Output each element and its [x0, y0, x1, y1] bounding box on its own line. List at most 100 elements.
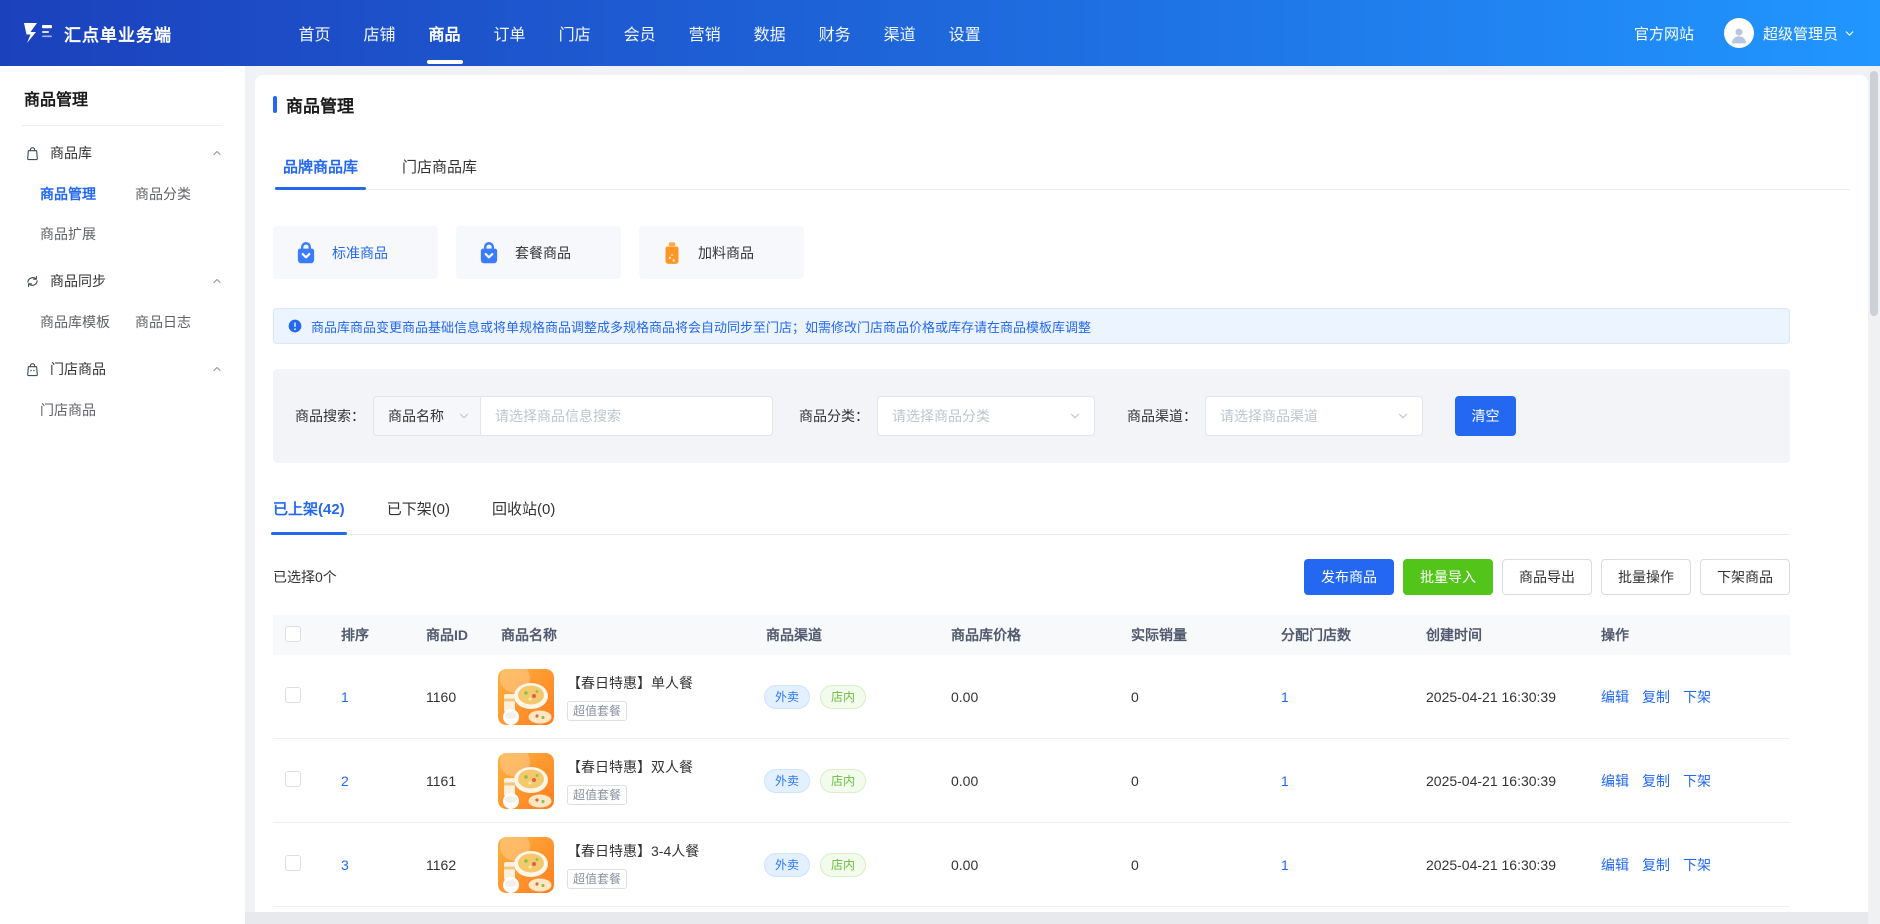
product-type-card[interactable]: 加料商品 — [639, 226, 804, 279]
row-op-复制[interactable]: 复制 — [1642, 687, 1670, 707]
row-op-编辑[interactable]: 编辑 — [1601, 687, 1629, 707]
row-operations: 编辑复制下架 — [1581, 687, 1790, 707]
row-checkbox[interactable] — [285, 626, 301, 642]
notice-text: 商品库商品变更商品基础信息或将单规格商品调整成多规格商品将会自动同步至门店；如需… — [311, 317, 1091, 336]
row-name-cell: 【春日特惠】双人餐 超值套餐 — [481, 753, 746, 809]
clear-button[interactable]: 清空 — [1455, 396, 1516, 436]
row-checkbox[interactable] — [285, 771, 301, 787]
category-placeholder: 请选择商品分类 — [892, 406, 990, 426]
status-tab[interactable]: 回收站(0) — [492, 499, 555, 534]
row-price: 0.00 — [931, 857, 1111, 873]
sidebar-group-header[interactable]: 商品库 — [0, 132, 245, 174]
avatar[interactable] — [1724, 18, 1754, 48]
sidebar-group: 商品库 商品管理商品分类商品扩展 — [0, 132, 245, 254]
row-price: 0.00 — [931, 689, 1111, 705]
selection-row: 已选择0个 发布商品批量导入商品导出批量操作下架商品 — [273, 559, 1790, 595]
channel-select[interactable]: 请选择商品渠道 — [1205, 396, 1423, 436]
nav-item[interactable]: 财务 — [802, 0, 867, 66]
jar-orange-icon — [659, 240, 685, 266]
horizontal-scrollbar[interactable] — [245, 912, 1868, 924]
sidebar-item[interactable]: 商品库模板 — [40, 302, 135, 342]
product-type-card[interactable]: 标准商品 — [273, 226, 438, 279]
nav-item[interactable]: 数据 — [737, 0, 802, 66]
row-op-复制[interactable]: 复制 — [1642, 771, 1670, 791]
row-op-编辑[interactable]: 编辑 — [1601, 771, 1629, 791]
row-seq[interactable]: 3 — [321, 857, 406, 873]
chevron-down-icon[interactable] — [1843, 27, 1856, 40]
nav-item[interactable]: 渠道 — [867, 0, 932, 66]
row-op-下架[interactable]: 下架 — [1683, 687, 1711, 707]
selection-count: 已选择0个 — [273, 567, 337, 587]
row-op-下架[interactable]: 下架 — [1683, 771, 1711, 791]
row-checkbox[interactable] — [285, 687, 301, 703]
action-button[interactable]: 发布商品 — [1304, 559, 1394, 595]
sidebar-item[interactable]: 门店商品 — [40, 390, 135, 430]
sidebar: 商品管理 商品库 商品管理商品分类商品扩展 商品同步 商品库模板商品日志 门店商… — [0, 66, 245, 924]
row-op-下架[interactable]: 下架 — [1683, 855, 1711, 875]
person-icon — [1729, 25, 1749, 45]
sidebar-item[interactable]: 商品日志 — [135, 302, 230, 342]
nav-item[interactable]: 店铺 — [347, 0, 412, 66]
action-button[interactable]: 批量导入 — [1403, 559, 1493, 595]
row-product-id: 1161 — [406, 773, 481, 789]
table-header-cell: 商品名称 — [481, 625, 746, 645]
chevron-up-icon[interactable] — [211, 147, 223, 159]
sidebar-item[interactable]: 商品分类 — [135, 174, 230, 214]
table-header-cell: 操作 — [1581, 625, 1790, 645]
nav-item[interactable]: 会员 — [607, 0, 672, 66]
action-button[interactable]: 商品导出 — [1502, 559, 1592, 595]
table-header-cell: 商品ID — [406, 625, 481, 645]
product-image[interactable] — [498, 753, 554, 809]
nav-item[interactable]: 首页 — [282, 0, 347, 66]
title-accent-bar — [273, 96, 277, 113]
nav-item[interactable]: 营销 — [672, 0, 737, 66]
row-op-复制[interactable]: 复制 — [1642, 855, 1670, 875]
sidebar-group: 门店商品 门店商品 — [0, 348, 245, 430]
nav-item[interactable]: 门店 — [542, 0, 607, 66]
row-product-id: 1162 — [406, 857, 481, 873]
brand-name: 汇点单业务端 — [64, 21, 172, 46]
status-tab[interactable]: 已下架(0) — [387, 499, 450, 534]
row-channels: 外卖店内 — [746, 769, 931, 793]
row-op-编辑[interactable]: 编辑 — [1601, 855, 1629, 875]
username[interactable]: 超级管理员 — [1763, 23, 1838, 44]
sidebar-group-header[interactable]: 商品同步 — [0, 260, 245, 302]
bag-blue-icon — [476, 240, 502, 266]
row-store-count[interactable]: 1 — [1261, 773, 1406, 789]
search-field-select[interactable]: 商品名称 — [374, 397, 481, 435]
row-created-time: 2025-04-21 16:30:39 — [1406, 857, 1581, 873]
official-site-link[interactable]: 官方网站 — [1634, 23, 1694, 44]
sidebar-group-label: 商品库 — [50, 143, 92, 163]
nav-item[interactable]: 商品 — [412, 0, 477, 66]
row-store-count[interactable]: 1 — [1261, 689, 1406, 705]
library-tab[interactable]: 门店商品库 — [402, 156, 477, 189]
action-button[interactable]: 批量操作 — [1601, 559, 1691, 595]
vertical-scrollbar-thumb[interactable] — [1870, 71, 1878, 316]
search-input[interactable] — [481, 397, 772, 435]
status-tab[interactable]: 已上架(42) — [273, 499, 345, 534]
chevron-up-icon[interactable] — [211, 363, 223, 375]
row-checkbox[interactable] — [285, 855, 301, 871]
chevron-up-icon[interactable] — [211, 275, 223, 287]
store-bag-icon — [24, 361, 41, 378]
category-select[interactable]: 请选择商品分类 — [877, 396, 1095, 436]
product-image[interactable] — [498, 669, 554, 725]
row-seq[interactable]: 2 — [321, 773, 406, 789]
checkbox-cell — [273, 626, 321, 645]
row-seq[interactable]: 1 — [321, 689, 406, 705]
row-store-count[interactable]: 1 — [1261, 857, 1406, 873]
library-tab[interactable]: 品牌商品库 — [283, 156, 358, 189]
notice-banner: 商品库商品变更商品基础信息或将单规格商品调整成多规格商品将会自动同步至门店；如需… — [273, 308, 1790, 344]
sidebar-item[interactable]: 商品管理 — [40, 174, 135, 214]
channel-tag: 外卖 — [764, 685, 810, 709]
nav-item[interactable]: 订单 — [477, 0, 542, 66]
brand[interactable]: 汇点单业务端 — [22, 21, 172, 46]
action-button[interactable]: 下架商品 — [1700, 559, 1790, 595]
sidebar-item[interactable]: 商品扩展 — [40, 214, 135, 254]
product-type-card[interactable]: 套餐商品 — [456, 226, 621, 279]
search-label: 商品搜索： — [295, 406, 365, 426]
product-image[interactable] — [498, 837, 554, 893]
nav-item[interactable]: 设置 — [932, 0, 997, 66]
vertical-scrollbar[interactable] — [1868, 66, 1880, 924]
sidebar-group-header[interactable]: 门店商品 — [0, 348, 245, 390]
